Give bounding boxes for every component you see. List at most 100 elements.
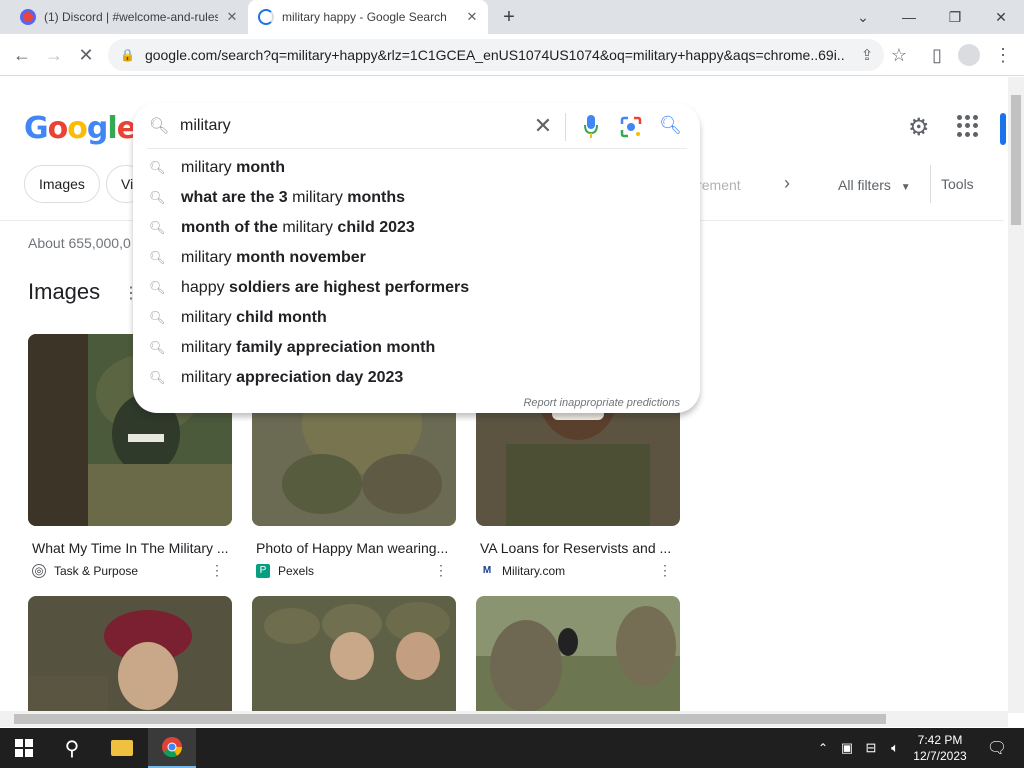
suggestion-item[interactable]: 🔍︎ month of the military child 2023 [133, 213, 700, 243]
browser-toolbar: ← → ✕ 🔒 google.com/search?q=military+hap… [0, 34, 1024, 76]
clear-search-button[interactable]: ✕ [531, 111, 555, 141]
search-icon: 🔍︎ [149, 250, 166, 265]
suggestion-item[interactable]: 🔍︎ happy soldiers are highest performers [133, 273, 700, 303]
suggestion-list: 🔍︎ military month 🔍︎ what are the 3 mili… [133, 153, 700, 393]
chip-images[interactable]: Images [24, 165, 100, 203]
restore-button[interactable]: ❐ [932, 0, 978, 34]
more-options-icon[interactable]: ⋮ [434, 562, 456, 579]
all-filters-button[interactable]: All filters ▼ [838, 177, 911, 193]
tools-button[interactable]: Tools [930, 165, 974, 203]
taskbar-search-icon[interactable]: ⚲ [48, 728, 96, 768]
task-purpose-favicon-icon: ◎ [32, 563, 46, 578]
search-icon: 🔍︎ [149, 310, 166, 325]
stop-loading-button[interactable]: ✕ [71, 40, 101, 70]
forward-button[interactable]: → [39, 40, 69, 70]
share-icon[interactable]: ⇪ [852, 40, 882, 70]
image-thumbnail[interactable] [252, 596, 456, 712]
volume-muted-icon[interactable]: 🔈︎ [884, 728, 906, 768]
tab-strip: (1) Discord | #welcome-and-rules ✕ milit… [0, 0, 1024, 34]
discord-favicon-icon [20, 9, 36, 25]
close-icon[interactable]: ✕ [464, 9, 480, 25]
search-icon: 🔍︎ [149, 370, 166, 385]
image-result-card[interactable] [28, 596, 232, 712]
suggestion-item[interactable]: 🔍︎ military month [133, 153, 700, 183]
scrollbar-thumb[interactable] [14, 714, 886, 724]
windows-taskbar: ⚲ ⌃ ▣ ⊟ 🔈︎ 7:42 PM 12/7/2023 🗨︎ [0, 728, 1024, 768]
military-com-favicon-icon: M [482, 564, 492, 576]
show-hidden-icons-chevron-icon[interactable]: ⌃ [812, 728, 834, 768]
taskbar-clock[interactable]: 7:42 PM 12/7/2023 [904, 732, 976, 764]
caret-down-icon: ▼ [900, 182, 911, 193]
search-input[interactable] [180, 115, 540, 137]
google-lens-camera-icon[interactable] [620, 116, 642, 138]
minimize-button[interactable]: — [886, 0, 932, 34]
image-source[interactable]: ◎ Task & Purpose ⋮ [28, 562, 232, 579]
chevron-right-icon[interactable]: › [784, 173, 790, 194]
search-results-page: Google ⚙ Images Vi irement › All filters… [0, 77, 1024, 713]
search-icon: 🔍︎ [149, 160, 166, 175]
image-result-card[interactable] [252, 596, 456, 712]
google-apps-icon[interactable] [957, 115, 979, 137]
search-submit-icon[interactable]: 🔍︎ [659, 115, 682, 136]
start-button[interactable] [0, 728, 48, 768]
tab-discord[interactable]: (1) Discord | #welcome-and-rules ✕ [12, 0, 248, 34]
image-source[interactable]: M Military.com ⋮ [476, 562, 680, 579]
google-doodle-logo[interactable]: Google [24, 111, 137, 146]
image-source[interactable]: P Pexels ⋮ [252, 562, 456, 579]
search-icon: 🔍︎ [149, 118, 170, 135]
tab-search-icon[interactable]: ⌄ [840, 0, 886, 34]
suggestion-item[interactable]: 🔍︎ military family appreciation month [133, 333, 700, 363]
back-button[interactable]: ← [7, 40, 37, 70]
image-result-card[interactable] [476, 596, 680, 712]
report-predictions-link[interactable]: Report inappropriate predictions [523, 397, 680, 409]
horizontal-scrollbar[interactable] [0, 711, 1008, 727]
lock-icon[interactable]: 🔒 [120, 48, 135, 62]
divider [565, 113, 566, 141]
vertical-scrollbar[interactable] [1008, 77, 1024, 713]
profile-avatar[interactable] [954, 40, 984, 70]
image-caption[interactable]: What My Time In The Military ... [28, 540, 232, 556]
sign-in-button[interactable] [1000, 113, 1006, 145]
search-icon: 🔍︎ [149, 280, 166, 295]
tab-title: (1) Discord | #welcome-and-rules [44, 10, 218, 24]
address-bar[interactable]: 🔒 google.com/search?q=military+happy&rlz… [108, 39, 884, 71]
image-thumbnail[interactable] [28, 596, 232, 712]
result-count: About 655,000,0 [28, 235, 131, 251]
chrome-taskbar-icon[interactable] [148, 728, 196, 768]
new-tab-button[interactable]: + [498, 6, 520, 28]
search-icon: 🔍︎ [149, 340, 166, 355]
settings-gear-icon[interactable]: ⚙ [908, 113, 930, 142]
network-status-icon[interactable]: ▣ [836, 728, 858, 768]
suggestion-item[interactable]: 🔍︎ what are the 3 military months [133, 183, 700, 213]
image-caption[interactable]: VA Loans for Reservists and ... [476, 540, 680, 556]
file-explorer-icon[interactable] [98, 728, 146, 768]
windows-logo-icon [15, 739, 33, 757]
search-icon: 🔍︎ [149, 220, 166, 235]
close-window-button[interactable]: ✕ [978, 0, 1024, 34]
more-options-icon[interactable]: ⋮ [658, 562, 680, 579]
ethernet-icon[interactable]: ⊟ [860, 728, 882, 768]
search-icon: 🔍︎ [149, 190, 166, 205]
chip-partial[interactable]: irement [694, 177, 741, 193]
loading-spinner-icon [258, 9, 274, 25]
image-thumbnail[interactable] [476, 596, 680, 712]
voice-search-mic-icon[interactable] [583, 113, 599, 141]
suggestion-item[interactable]: 🔍︎ military month november [133, 243, 700, 273]
image-caption[interactable]: Photo of Happy Man wearing... [252, 540, 456, 556]
suggestion-item[interactable]: 🔍︎ military child month [133, 303, 700, 333]
notifications-icon[interactable]: 🗨︎ [982, 728, 1012, 768]
tab-google-search[interactable]: military happy - Google Search ✕ [248, 0, 488, 34]
scrollbar-thumb[interactable] [1011, 95, 1021, 225]
close-icon[interactable]: ✕ [224, 9, 240, 25]
clock-time: 7:42 PM [917, 733, 963, 747]
url-text[interactable]: google.com/search?q=military+happy&rlz=1… [145, 47, 845, 63]
suggestion-item[interactable]: 🔍︎ military appreciation day 2023 [133, 363, 700, 393]
pexels-favicon-icon: P [256, 563, 270, 578]
side-panel-icon[interactable]: ▯ [922, 40, 952, 70]
more-options-icon[interactable]: ⋮ [210, 562, 232, 579]
tab-title: military happy - Google Search [282, 10, 447, 24]
bookmark-star-icon[interactable]: ☆ [884, 40, 914, 70]
images-section-heading: Images [28, 279, 101, 304]
clock-date: 12/7/2023 [913, 749, 967, 763]
browser-menu-icon[interactable]: ⋮ [988, 40, 1018, 70]
